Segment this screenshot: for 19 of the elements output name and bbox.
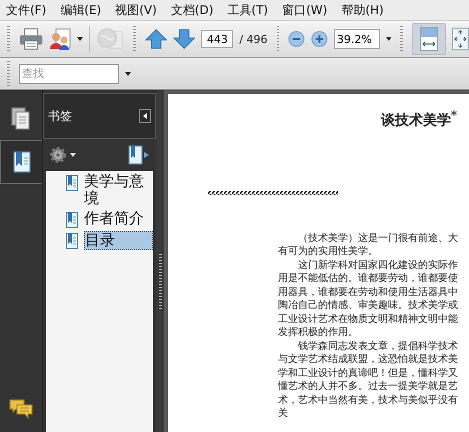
zoom-field[interactable]: 39.2%	[334, 29, 380, 49]
menu-item[interactable]: 帮助(H)	[341, 2, 384, 18]
paragraph: 这门新学科对国家四化建设的实际作用是不能低估的。谁都要劳动，谁都要使用器具，谁都要在劳动和使用生活器具中陶冶自己的情感、审美趣味。技术美学或工业设计艺术在物质文明和精神文明中能发挥积极的作用。	[278, 258, 459, 340]
bookmark-item[interactable]: 作者简介	[84, 210, 150, 227]
paragraph: 钱学森同志发表文章，提倡科学技术与文学艺术结成联盟，这恐怕就是技术美学和工业设计的真谛吧！但是，懂科学又懂艺术的人并不多。过去一提美学就是艺术，艺术中当然有美，技术与美似乎没有关	[278, 340, 459, 421]
menu-item[interactable]: 文档(D)	[170, 2, 214, 18]
bookmark-item[interactable]: 目录	[84, 231, 153, 250]
page-count: / 496	[239, 32, 268, 46]
bookmark-item[interactable]: 美学与意境	[84, 173, 150, 207]
find-field[interactable]: 查找	[19, 64, 119, 84]
menu-item[interactable]: 视图(V)	[115, 2, 157, 18]
menu-item[interactable]: 工具(T)	[227, 2, 268, 18]
menu-item[interactable]: 文件(F)	[6, 2, 46, 18]
menu-item[interactable]: 窗口(W)	[282, 2, 328, 18]
menu-item[interactable]: 编辑(E)	[60, 2, 102, 18]
panel-title: 书签	[48, 108, 72, 124]
page-number-field[interactable]: 443	[201, 30, 234, 48]
paragraph: （技术美学）这是一门很有前途、大有可为的实用性美学。	[278, 232, 459, 259]
document-title: 谈技术美学$^{*}$	[380, 108, 457, 130]
